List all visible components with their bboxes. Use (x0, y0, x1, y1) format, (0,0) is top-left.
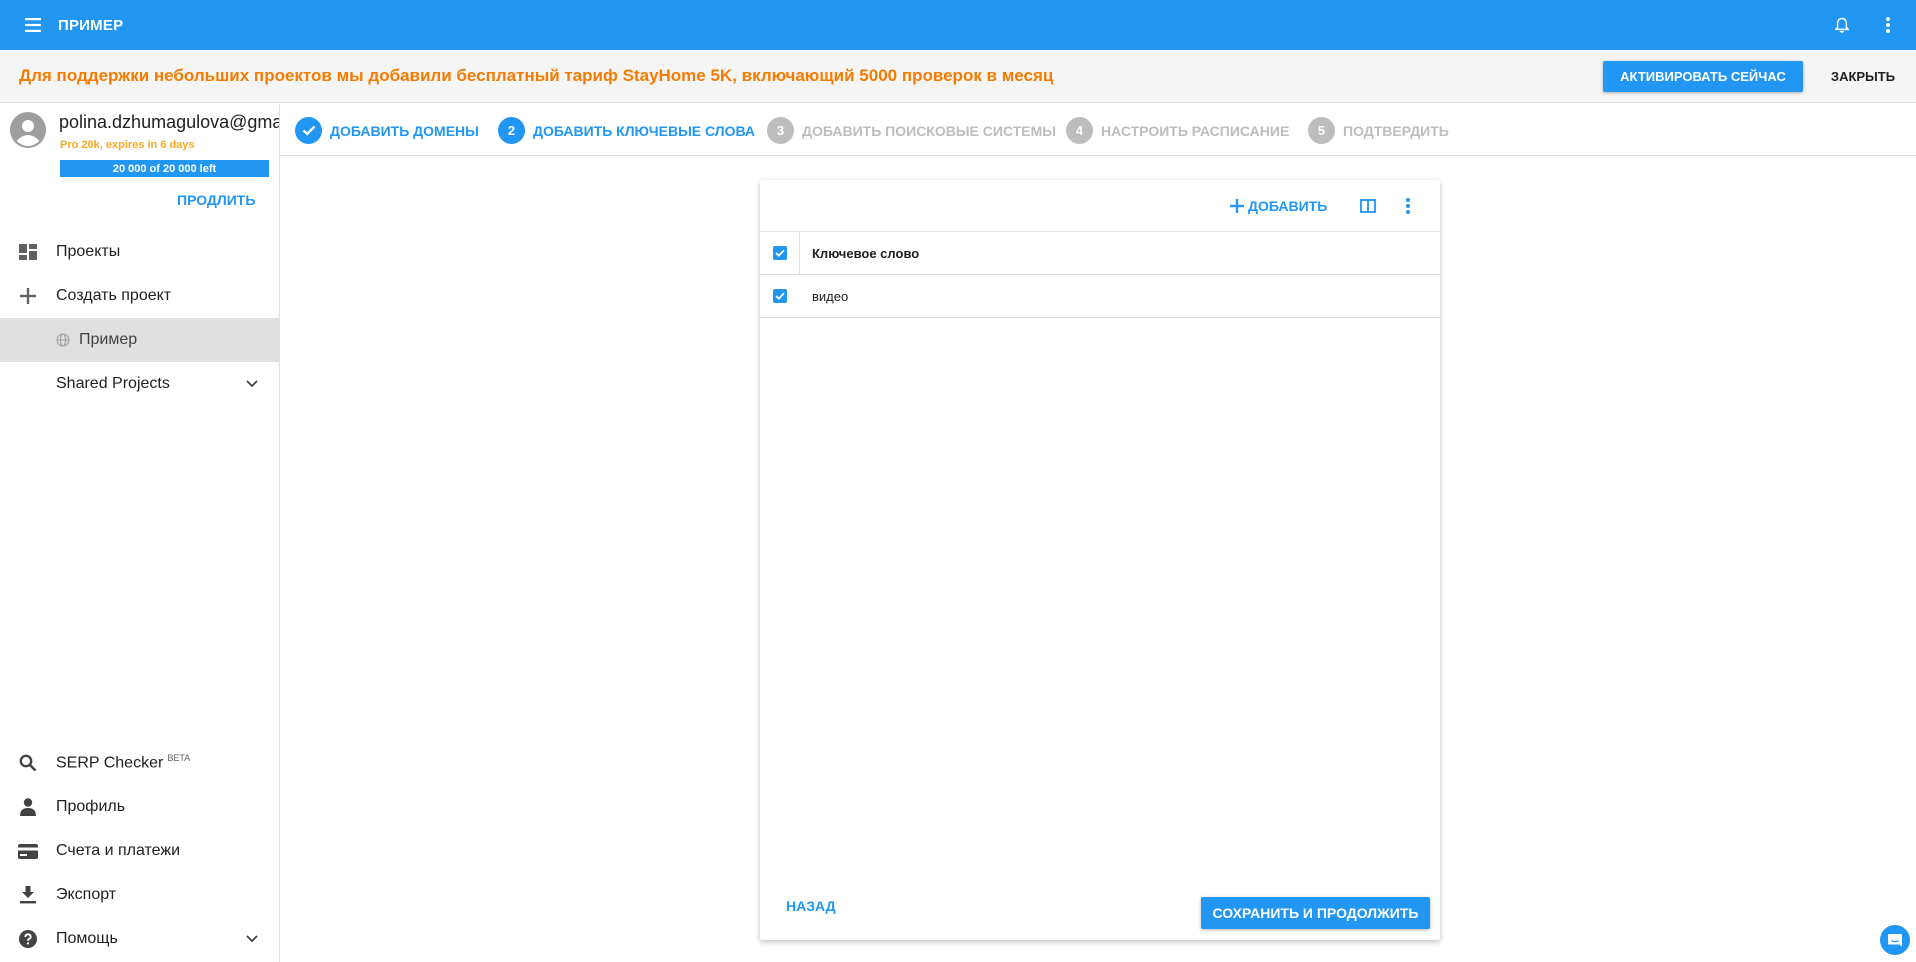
chat-icon[interactable] (1880, 925, 1910, 955)
step-label: ДОБАВИТЬ ПОИСКОВЫЕ СИСТЕМЫ (802, 122, 1056, 139)
add-keyword-label: ДОБАВИТЬ (1248, 198, 1328, 214)
sidebar-nav: Проекты Создать проект Пример Shared Pro… (0, 230, 279, 406)
sidebar-item-export[interactable]: Экспорт (0, 873, 279, 917)
close-banner-button[interactable]: ЗАКРЫТЬ (1818, 61, 1908, 92)
checkmark-icon (295, 117, 322, 144)
card-toolbar: ДОБАВИТЬ (760, 180, 1440, 232)
sidebar-item-create-project[interactable]: Создать проект (0, 274, 279, 318)
sidebar-item-serp-checker[interactable]: SERP Checker BETA (0, 741, 279, 785)
step-number: 5 (1308, 117, 1335, 144)
step-number: 3 (767, 117, 794, 144)
bell-icon[interactable] (1830, 13, 1854, 37)
keyword-cell: видео (812, 288, 849, 304)
step-confirm[interactable]: 5 ПОДТВЕРДИТЬ (1308, 117, 1449, 144)
sidebar-item-profile[interactable]: Профиль (0, 785, 279, 829)
sidebar-item-label: Shared Projects (56, 375, 170, 392)
download-icon (17, 884, 39, 906)
promo-banner: Для поддержки небольших проектов мы доба… (0, 50, 1916, 103)
step-label: ДОБАВИТЬ КЛЮЧЕВЫЕ СЛОВА (533, 122, 756, 139)
wizard-stepper: ДОБАВИТЬ ДОМЕНЫ 2 ДОБАВИТЬ КЛЮЧЕВЫЕ СЛОВ… (280, 104, 1916, 156)
sidebar-item-label: Создать проект (56, 287, 172, 304)
step-label: ПОДТВЕРДИТЬ (1343, 122, 1449, 139)
search-icon (17, 752, 39, 774)
sidebar-item-label: Экспорт (56, 886, 117, 903)
app-bar: ПРИМЕР (0, 0, 1916, 50)
promo-message: Для поддержки небольших проектов мы доба… (19, 66, 1054, 85)
step-add-domains[interactable]: ДОБАВИТЬ ДОМЕНЫ (295, 117, 479, 144)
plus-icon (1230, 195, 1244, 217)
chevron-down-icon (244, 931, 260, 947)
step-add-keywords[interactable]: 2 ДОБАВИТЬ КЛЮЧЕВЫЕ СЛОВА (498, 117, 755, 144)
step-add-search-engines[interactable]: 3 ДОБАВИТЬ ПОИСКОВЫЕ СИСТЕМЫ (767, 117, 1056, 144)
user-panel: polina.dzhumagulova@gma Pro 20k, expires… (0, 104, 280, 208)
quota-bar: 20 000 of 20 000 left (60, 160, 269, 177)
row-checkbox[interactable] (773, 289, 787, 303)
beta-badge: BETA (167, 753, 191, 764)
sidebar-item-shared-projects[interactable]: Shared Projects (0, 362, 279, 406)
keywords-card: ДОБАВИТЬ Ключевое слово видео НАЗАД СОХР… (760, 180, 1440, 940)
sidebar-item-label: Пример (79, 331, 138, 348)
table-header: Ключевое слово (760, 232, 1440, 275)
extend-plan-link[interactable]: ПРОДЛИТЬ (177, 192, 255, 208)
sidebar: polina.dzhumagulova@gma Pro 20k, expires… (0, 104, 280, 962)
save-and-continue-button[interactable]: СОХРАНИТЬ И ПРОДОЛЖИТЬ (1201, 897, 1430, 929)
select-all-checkbox[interactable] (772, 246, 787, 260)
credit-card-icon (17, 840, 39, 862)
plan-status: Pro 20k, expires in 6 days (60, 139, 195, 151)
sidebar-item-label: SERP Checker BETA (56, 753, 191, 772)
plus-icon (17, 285, 39, 307)
back-button[interactable]: НАЗАД (786, 898, 836, 914)
dashboard-icon (17, 241, 39, 263)
columns-icon[interactable] (1358, 196, 1378, 216)
step-number: 2 (498, 117, 525, 144)
help-icon (17, 928, 39, 950)
activate-now-button[interactable]: АКТИВИРОВАТЬ СЕЙЧАС (1603, 61, 1803, 92)
avatar-icon[interactable] (10, 112, 46, 148)
sidebar-item-label: Помощь (56, 930, 118, 947)
step-label: НАСТРОИТЬ РАСПИСАНИЕ (1101, 122, 1290, 139)
sidebar-item-label: Проекты (56, 243, 121, 260)
sidebar-item-billing[interactable]: Счета и платежи (0, 829, 279, 873)
more-vert-icon[interactable] (1876, 13, 1900, 37)
more-vert-icon[interactable] (1403, 196, 1413, 216)
globe-icon (55, 332, 71, 348)
keyword-column-header[interactable]: Ключевое слово (812, 232, 919, 274)
chevron-down-icon (244, 376, 260, 392)
hamburger-menu-icon[interactable] (18, 10, 48, 40)
add-keyword-button[interactable]: ДОБАВИТЬ (1230, 194, 1327, 218)
user-email: polina.dzhumagulova@gma (59, 112, 280, 132)
sidebar-item-label: Счета и платежи (56, 842, 181, 859)
sidebar-item-projects[interactable]: Проекты (0, 230, 279, 274)
person-icon (17, 796, 39, 818)
row-checkbox-cell (760, 275, 800, 317)
table-row: видео (760, 275, 1440, 318)
app-title: ПРИМЕР (58, 16, 124, 34)
step-schedule[interactable]: 4 НАСТРОИТЬ РАСПИСАНИЕ (1066, 117, 1289, 144)
sidebar-item-label: Профиль (56, 798, 126, 815)
sidebar-item-help[interactable]: Помощь (0, 917, 279, 961)
step-label: ДОБАВИТЬ ДОМЕНЫ (330, 122, 479, 139)
step-number: 4 (1066, 117, 1093, 144)
sidebar-item-example[interactable]: Пример (0, 318, 279, 362)
sidebar-bottom-nav: SERP Checker BETA Профиль Счета и платежи… (0, 741, 279, 961)
header-checkbox-cell (760, 232, 800, 274)
